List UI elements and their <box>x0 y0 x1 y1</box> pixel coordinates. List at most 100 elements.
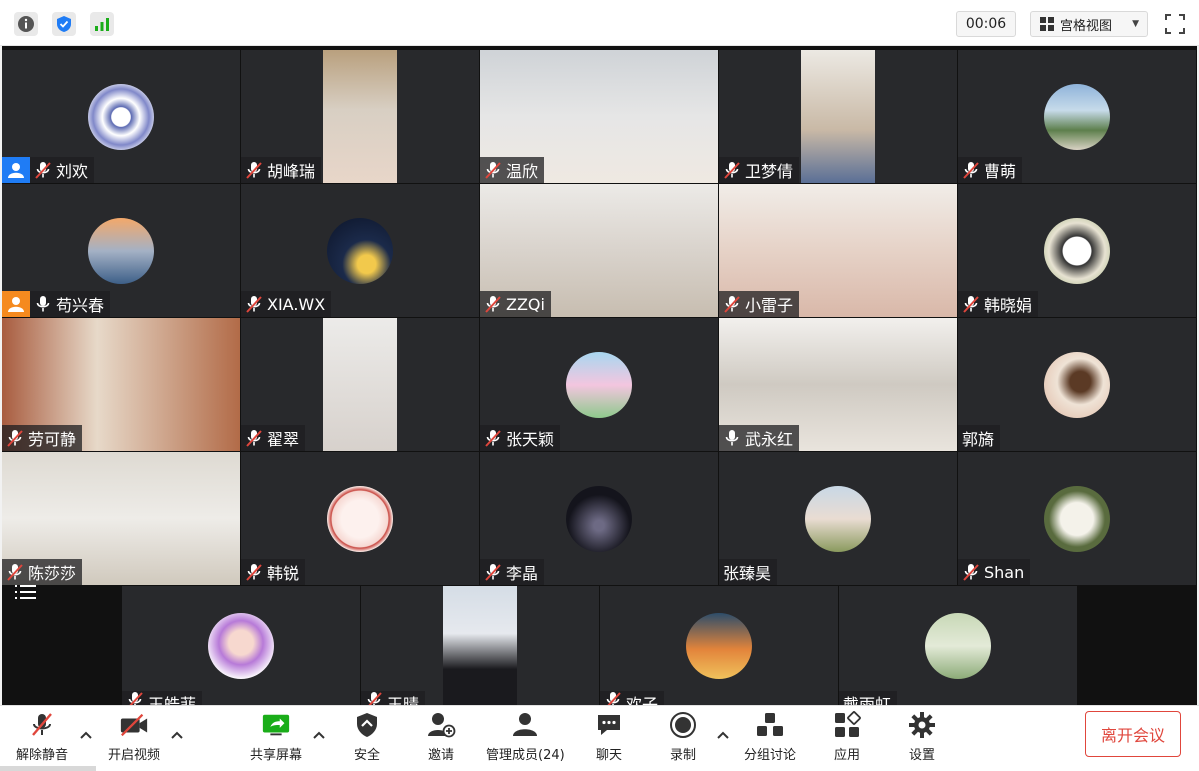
muted-mic-icon <box>962 295 980 313</box>
muted-mic-icon <box>245 295 263 313</box>
view-mode-button[interactable]: 宫格视图 ▼ <box>1030 11 1148 37</box>
participant-tile[interactable]: 张臻昊 <box>719 452 957 585</box>
invite-user-icon <box>426 710 456 740</box>
participant-name-tag: 韩锐 <box>241 559 306 585</box>
participant-avatar <box>686 612 752 679</box>
chevron-up-icon[interactable] <box>170 728 184 742</box>
signal-icon[interactable] <box>90 12 114 36</box>
participant-tile[interactable]: 刘欢 <box>2 50 240 183</box>
participant-tile[interactable]: 陈莎莎 <box>2 452 240 585</box>
participant-tile[interactable]: 韩锐 <box>241 452 479 585</box>
chevron-up-icon[interactable] <box>79 728 93 742</box>
security-button[interactable]: 安全 <box>352 710 382 763</box>
participant-name-tag: 劳可静 <box>2 425 83 451</box>
participant-name-tag: 曹萌 <box>958 157 1023 183</box>
unmute-button[interactable]: 解除静音 <box>16 710 68 763</box>
fullscreen-icon[interactable] <box>1163 12 1187 36</box>
participant-name-tag: XIA.WX <box>241 291 332 317</box>
leave-meeting-button[interactable]: 离开会议 <box>1085 711 1181 757</box>
list-view-icon[interactable] <box>14 582 38 602</box>
shield-icon[interactable] <box>52 12 76 36</box>
meeting-toolbar: 解除静音 开启视频 共享屏幕 安全 邀请 管理成员(24) 聊天 录制 分组讨论… <box>0 705 1199 771</box>
participant-name: 欢子 <box>626 695 659 705</box>
participant-tile[interactable]: 戴雨虹 <box>839 586 1077 705</box>
view-mode-label: 宫格视图 <box>1060 18 1113 34</box>
participant-name: 温欣 <box>506 162 539 181</box>
chat-button[interactable]: 聊天 <box>594 710 624 763</box>
participant-tile[interactable]: 小雷子 <box>719 184 957 317</box>
meeting-top-bar: 00:06 宫格视图 ▼ <box>0 0 1199 46</box>
participant-name-tag: 张天颖 <box>480 425 561 451</box>
participant-tile[interactable]: 郭旖 <box>958 318 1196 451</box>
participant-tile[interactable]: 张天颖 <box>480 318 718 451</box>
unmute-label: 解除静音 <box>16 748 69 763</box>
participant-tile[interactable]: 李晶 <box>480 452 718 585</box>
chevron-up-icon[interactable] <box>716 728 730 742</box>
participant-name-tag: Shan <box>958 559 1031 585</box>
host-user-icon <box>2 291 30 317</box>
participant-tile[interactable]: 王晴 <box>361 586 599 705</box>
participant-tile[interactable]: 卫梦倩 <box>719 50 957 183</box>
participant-tile[interactable]: 苟兴春 <box>2 184 240 317</box>
grid-view-icon <box>1040 17 1054 31</box>
invite-button[interactable]: 邀请 <box>426 710 456 763</box>
participant-name: Shan <box>984 562 1025 582</box>
participant-name: 李晶 <box>506 564 539 583</box>
participant-name-tag: 苟兴春 <box>2 291 111 317</box>
manage-members-label: 管理成员(24) <box>486 748 565 763</box>
mic-icon <box>723 429 741 447</box>
video-off-icon <box>119 710 149 740</box>
participant-name-tag: 卫梦倩 <box>719 157 800 183</box>
participant-tile[interactable]: 劳可静 <box>2 318 240 451</box>
participant-name-tag: 张臻昊 <box>719 559 778 585</box>
apps-button[interactable]: 应用 <box>832 710 862 763</box>
participant-tile[interactable]: 欢子 <box>600 586 838 705</box>
participant-name-tag: 温欣 <box>480 157 545 183</box>
info-icon[interactable] <box>14 12 38 36</box>
invite-label: 邀请 <box>427 748 454 763</box>
share-screen-icon <box>261 710 291 740</box>
participant-tile[interactable]: 翟翠 <box>241 318 479 451</box>
participant-name: 王皓菲 <box>148 695 197 705</box>
muted-mic-icon <box>126 691 144 705</box>
share-screen-button[interactable]: 共享屏幕 <box>250 710 302 763</box>
participant-tile[interactable]: 曹萌 <box>958 50 1196 183</box>
record-button[interactable]: 录制 <box>668 710 698 763</box>
participant-avatar <box>327 217 393 284</box>
participant-name: 劳可静 <box>28 430 77 449</box>
participant-name: 郭旖 <box>962 430 995 449</box>
settings-button[interactable]: 设置 <box>907 710 937 763</box>
participant-tile[interactable]: 王皓菲 <box>122 586 360 705</box>
participant-name: 韩晓娟 <box>984 296 1033 315</box>
breakout-rooms-button[interactable]: 分组讨论 <box>744 710 796 763</box>
participant-video <box>323 318 397 451</box>
participant-avatar <box>1044 83 1110 150</box>
participant-avatar <box>208 612 274 679</box>
participant-tile[interactable]: 武永红 <box>719 318 957 451</box>
participant-name: ZZQi <box>506 294 545 314</box>
manage-members-button[interactable]: 管理成员(24) <box>486 710 565 763</box>
participant-avatar <box>566 485 632 552</box>
muted-mic-icon <box>723 295 741 313</box>
start-video-button[interactable]: 开启视频 <box>108 710 160 763</box>
horizontal-scrollbar[interactable] <box>0 766 96 771</box>
participant-tile[interactable]: Shan <box>958 452 1196 585</box>
participant-name-tag: 小雷子 <box>719 291 800 317</box>
participant-name-tag: 韩晓娟 <box>958 291 1039 317</box>
record-label: 录制 <box>669 748 696 763</box>
participant-name: 苟兴春 <box>56 296 105 315</box>
participant-name: 小雷子 <box>745 296 794 315</box>
chevron-up-icon[interactable] <box>312 728 326 742</box>
participant-tile[interactable]: ZZQi <box>480 184 718 317</box>
muted-mic-icon <box>962 563 980 581</box>
participant-tile[interactable]: XIA.WX <box>241 184 479 317</box>
participant-video <box>801 50 875 183</box>
participant-name: 韩锐 <box>267 564 300 583</box>
participant-avatar <box>1044 351 1110 418</box>
participant-tile[interactable]: 温欣 <box>480 50 718 183</box>
participant-name: 胡峰瑞 <box>267 162 316 181</box>
participant-tile[interactable]: 胡峰瑞 <box>241 50 479 183</box>
meeting-timer: 00:06 <box>956 11 1016 37</box>
participant-tile[interactable]: 韩晓娟 <box>958 184 1196 317</box>
security-label: 安全 <box>353 748 380 763</box>
